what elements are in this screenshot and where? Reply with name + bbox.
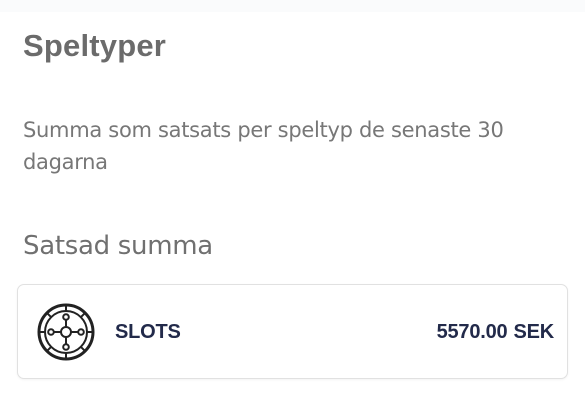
section-heading: Satsad summa bbox=[23, 231, 213, 261]
game-type-amount: 5570.00 SEK bbox=[436, 318, 555, 346]
game-type-name: SLOTS bbox=[115, 321, 181, 343]
amount-value: 5570.00 bbox=[436, 321, 508, 343]
amount-currency: SEK bbox=[513, 321, 554, 343]
page-title: Speltyper bbox=[23, 28, 167, 63]
roulette-wheel-icon bbox=[37, 303, 95, 361]
game-type-row-slots[interactable]: SLOTS 5570.00 SEK bbox=[17, 284, 568, 379]
page-description: Summa som satsats per speltyp de senaste… bbox=[23, 118, 504, 174]
top-strip bbox=[0, 0, 585, 12]
